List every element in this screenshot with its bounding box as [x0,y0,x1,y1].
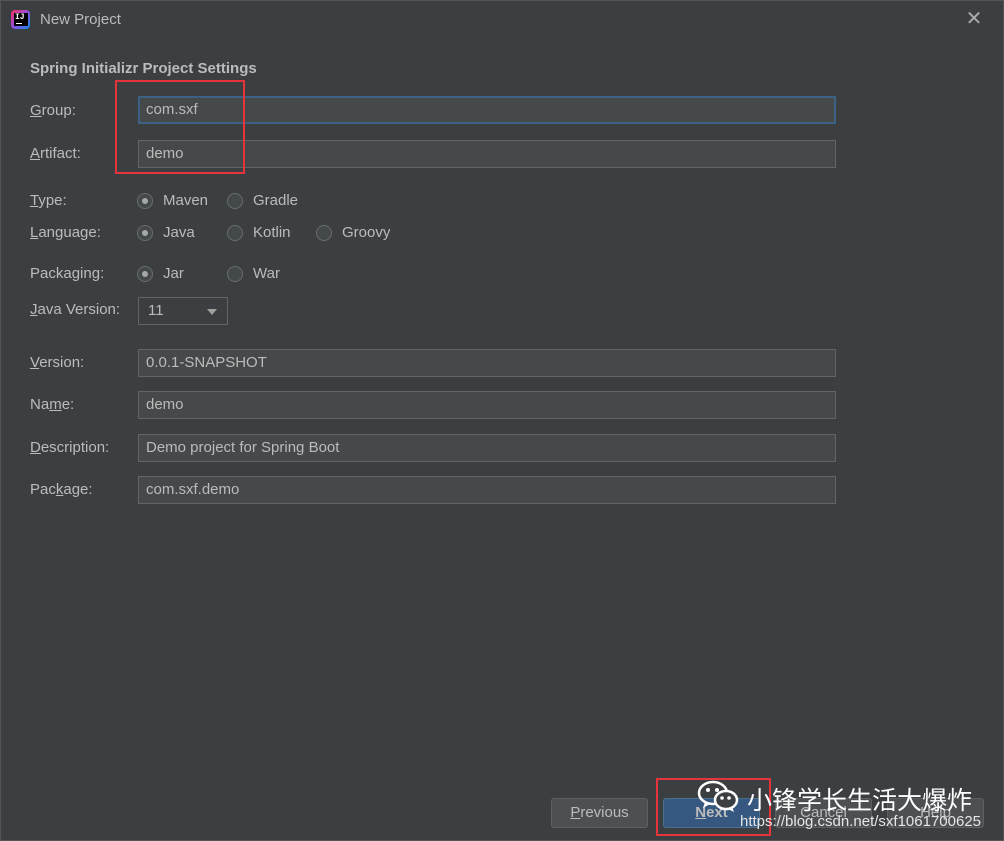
language-java-label[interactable]: Java [163,224,195,241]
java-version-value: 11 [148,302,164,319]
group-label: Group: [30,102,76,119]
title-bar: IJ New Project ✕ [1,1,1003,39]
artifact-label: Artifact: [30,145,81,162]
highlight-box-group-artifact [115,80,245,174]
section-title: Spring Initializr Project Settings [30,60,257,77]
language-kotlin-label[interactable]: Kotlin [253,224,291,241]
package-label: Package: [30,481,93,498]
watermark-url: https://blog.csdn.net/sxf1061700625 [740,813,982,830]
type-label: Type: [30,192,67,209]
type-maven-label[interactable]: Maven [163,192,208,209]
package-field[interactable]: com.sxf.demo [138,476,836,504]
language-groovy-radio[interactable] [316,225,332,241]
packaging-jar-radio[interactable] [137,266,153,282]
description-label: Description: [30,439,110,456]
chevron-down-icon [207,309,217,315]
packaging-label: Packaging: [30,265,105,282]
version-field[interactable]: 0.0.1-SNAPSHOT [138,349,836,377]
version-label: Version: [30,354,85,371]
language-java-radio[interactable] [137,225,153,241]
intellij-logo-icon: IJ [11,10,30,29]
language-label: Language: [30,224,101,241]
packaging-war-radio[interactable] [227,266,243,282]
type-maven-radio[interactable] [137,193,153,209]
watermark-text: 小锋学长生活大爆炸 [747,786,973,815]
close-icon[interactable]: ✕ [963,8,985,30]
name-label: Name: [30,396,75,413]
java-version-select[interactable]: 11 [138,297,228,325]
language-kotlin-radio[interactable] [227,225,243,241]
window-title: New Project [40,11,121,28]
packaging-war-label[interactable]: War [253,265,280,282]
name-field[interactable]: demo [138,391,836,419]
type-gradle-label[interactable]: Gradle [253,192,298,209]
description-field[interactable]: Demo project for Spring Boot [138,434,836,462]
language-groovy-label[interactable]: Groovy [342,224,390,241]
type-gradle-radio[interactable] [227,193,243,209]
previous-button[interactable]: Previous [551,798,648,828]
packaging-jar-label[interactable]: Jar [163,265,184,282]
java-version-label: Java Version: [30,301,121,318]
wechat-icon [697,780,739,812]
